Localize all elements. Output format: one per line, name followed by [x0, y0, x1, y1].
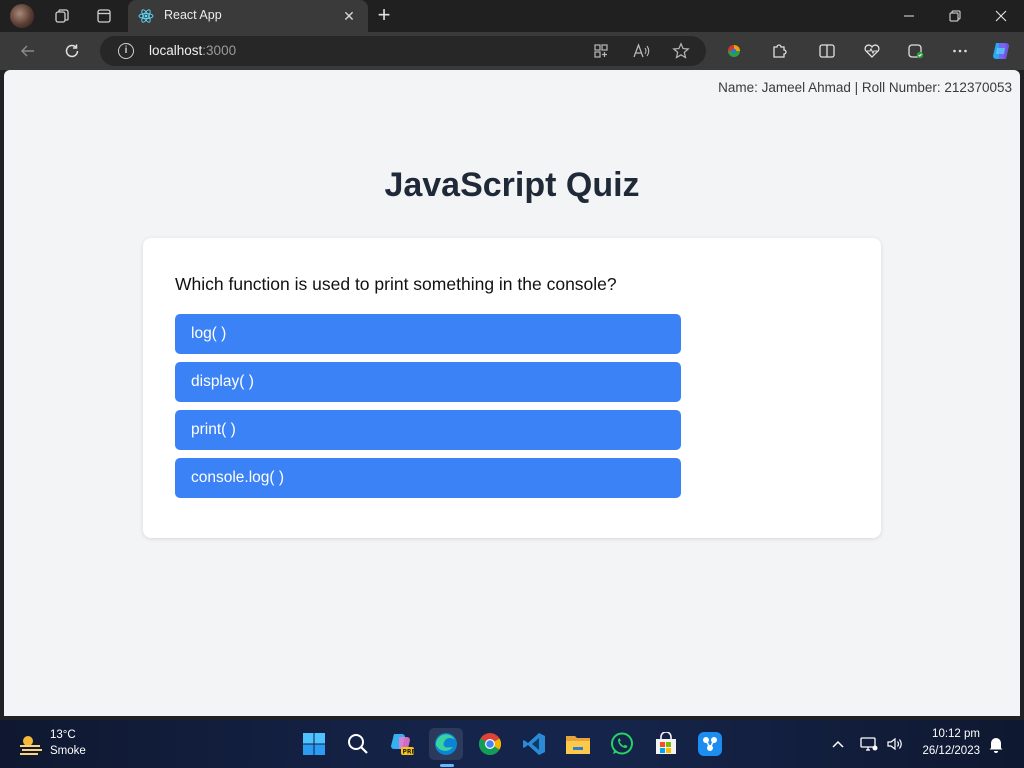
- quiz-card: Which function is used to print somethin…: [143, 238, 881, 538]
- back-icon[interactable]: [14, 38, 42, 64]
- app-available-icon[interactable]: [591, 41, 611, 61]
- page-viewport: Name: Jameel Ahmad | Roll Number: 212370…: [4, 70, 1020, 716]
- store-icon[interactable]: [649, 728, 683, 760]
- whatsapp-icon[interactable]: [605, 728, 639, 760]
- quiz-title: JavaScript Quiz: [384, 166, 640, 204]
- browser-tab-bar: React App ✕ +: [0, 0, 1024, 32]
- collections-icon[interactable]: [902, 38, 930, 64]
- split-screen-icon[interactable]: [813, 38, 841, 64]
- chrome-icon[interactable]: [473, 728, 507, 760]
- profile-avatar[interactable]: [10, 4, 34, 28]
- taskbar: 13°C Smoke PRE 10:12 pm 26/12/2023: [0, 720, 1024, 768]
- start-icon[interactable]: [297, 728, 331, 760]
- react-logo-icon: [138, 8, 154, 24]
- extensions-puzzle-icon[interactable]: [765, 38, 793, 64]
- extension-colorful-icon[interactable]: [720, 38, 748, 64]
- search-icon[interactable]: [341, 728, 375, 760]
- show-hidden-icons-icon[interactable]: [830, 732, 846, 756]
- svg-text:PRE: PRE: [403, 749, 416, 756]
- tab-actions-icon[interactable]: [92, 4, 116, 28]
- question-text: Which function is used to print somethin…: [175, 274, 617, 294]
- tab-title: React App: [164, 8, 222, 22]
- file-explorer-icon[interactable]: [561, 728, 595, 760]
- tab-react-app[interactable]: React App ✕: [128, 0, 368, 32]
- copilot-icon[interactable]: [987, 38, 1015, 64]
- weather-desc[interactable]: Smoke: [50, 745, 86, 757]
- notification-bell-icon[interactable]: [987, 732, 1005, 756]
- read-aloud-icon[interactable]: [631, 41, 651, 61]
- workspaces-icon[interactable]: [50, 4, 74, 28]
- weather-temp[interactable]: 13°C: [50, 729, 76, 741]
- new-tab-icon[interactable]: +: [372, 4, 396, 28]
- option-button[interactable]: console.log( ): [175, 458, 681, 498]
- refresh-icon[interactable]: [58, 38, 86, 64]
- address-bar[interactable]: i localhost:3000: [100, 36, 706, 66]
- network-icon[interactable]: [859, 732, 879, 756]
- share-icon[interactable]: [693, 728, 727, 760]
- minimize-icon[interactable]: [886, 0, 932, 32]
- clock-date[interactable]: 26/12/2023: [922, 745, 980, 757]
- haze-icon[interactable]: [18, 732, 44, 756]
- option-button[interactable]: log( ): [175, 314, 681, 354]
- student-info: Name: Jameel Ahmad | Roll Number: 212370…: [718, 80, 1012, 95]
- copilot-icon[interactable]: PRE: [385, 728, 419, 760]
- site-info-icon[interactable]: i: [118, 43, 134, 59]
- address-url[interactable]: localhost:3000: [149, 43, 236, 58]
- edge-icon[interactable]: [429, 728, 463, 760]
- option-button[interactable]: display( ): [175, 362, 681, 402]
- more-options-icon[interactable]: [946, 38, 974, 64]
- browser-toolbar: i localhost:3000: [0, 32, 1024, 70]
- option-button[interactable]: print( ): [175, 410, 681, 450]
- favorite-star-icon[interactable]: [671, 41, 691, 61]
- browser-essentials-icon[interactable]: [858, 38, 886, 64]
- vscode-icon[interactable]: [517, 728, 551, 760]
- close-window-icon[interactable]: [978, 0, 1024, 32]
- restore-icon[interactable]: [932, 0, 978, 32]
- tab-close-icon[interactable]: ✕: [338, 5, 360, 27]
- active-app-indicator: [440, 764, 454, 767]
- clock-time[interactable]: 10:12 pm: [932, 728, 980, 740]
- volume-icon[interactable]: [885, 732, 905, 756]
